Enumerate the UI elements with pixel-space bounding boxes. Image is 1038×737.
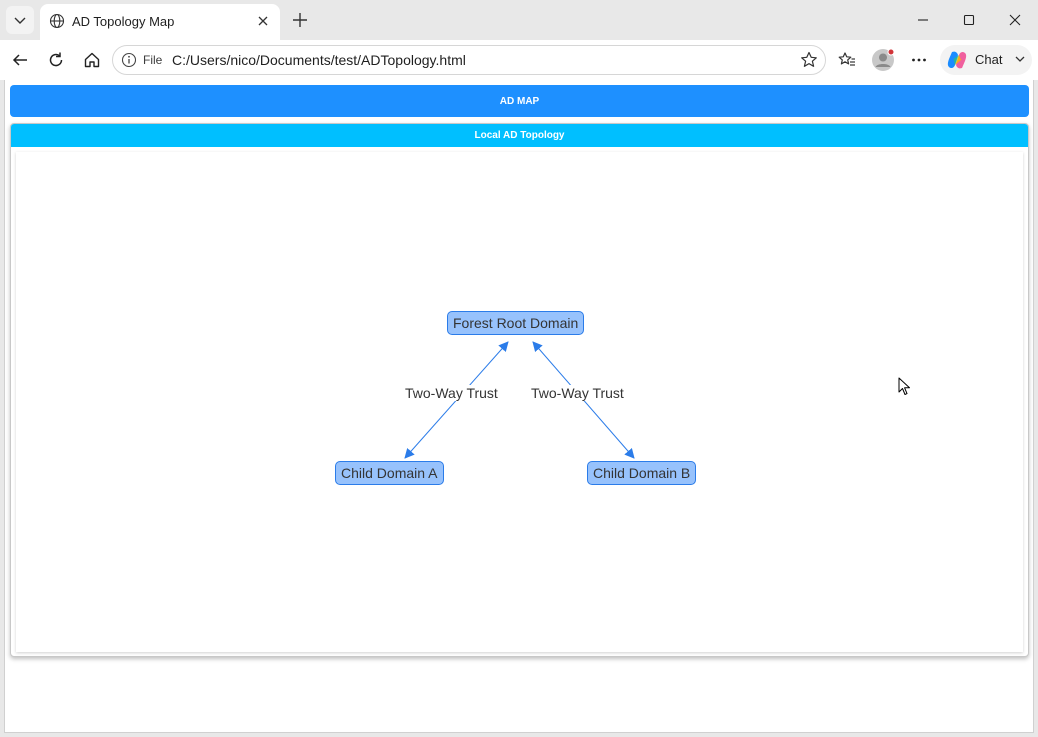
home-icon bbox=[83, 51, 101, 69]
minimize-button[interactable] bbox=[900, 0, 946, 40]
favorites-button[interactable] bbox=[833, 46, 861, 74]
scheme-label: File bbox=[143, 53, 163, 67]
tab-active[interactable]: AD Topology Map bbox=[40, 4, 280, 40]
chat-label: Chat bbox=[975, 52, 1003, 67]
page-header: AD MAP bbox=[10, 85, 1029, 117]
back-button[interactable] bbox=[6, 46, 34, 74]
more-dots-icon bbox=[910, 51, 928, 69]
node-child-domain-b[interactable]: Child Domain B bbox=[587, 461, 697, 485]
globe-icon bbox=[49, 13, 65, 29]
topology-panel: Local AD Topology Two-Way Trust Two-Way … bbox=[10, 123, 1029, 657]
back-arrow-icon bbox=[11, 51, 29, 69]
favorite-star-icon[interactable] bbox=[799, 50, 819, 70]
maximize-button[interactable] bbox=[946, 0, 992, 40]
reload-icon bbox=[47, 51, 65, 69]
panel-title-bar: Local AD Topology bbox=[11, 124, 1028, 147]
panel-title: Local AD Topology bbox=[474, 130, 565, 141]
avatar bbox=[871, 48, 895, 72]
url-text[interactable]: C:/Users/nico/Documents/test/ADTopology.… bbox=[172, 52, 466, 68]
mouse-cursor bbox=[898, 377, 912, 397]
page-viewport: AD MAP Local AD Topology Two-Way Trust T… bbox=[4, 80, 1034, 733]
reload-button[interactable] bbox=[42, 46, 70, 74]
network-graph[interactable]: Two-Way Trust Two-Way Trust Forest Root … bbox=[16, 152, 1023, 652]
browser-toolbar: File C:/Users/nico/Documents/test/ADTopo… bbox=[0, 40, 1038, 80]
close-tab-icon[interactable] bbox=[254, 12, 272, 30]
plus-icon bbox=[292, 12, 308, 28]
tab-title: AD Topology Map bbox=[72, 14, 175, 29]
close-icon bbox=[1009, 14, 1021, 26]
chevron-down-icon bbox=[13, 13, 27, 27]
node-child-domain-a[interactable]: Child Domain A bbox=[335, 461, 444, 485]
page-title: AD MAP bbox=[499, 95, 540, 107]
browser-window: AD Topology Map File C:/Users/nico/Docum… bbox=[0, 0, 1038, 737]
chevron-down-icon bbox=[1014, 53, 1026, 65]
profile-button[interactable] bbox=[869, 46, 897, 74]
graph-edges-layer bbox=[404, 341, 635, 459]
copilot-icon bbox=[946, 50, 968, 70]
copilot-chat-button[interactable]: Chat bbox=[940, 45, 1032, 75]
new-tab-button[interactable] bbox=[288, 8, 312, 32]
info-icon[interactable] bbox=[121, 52, 137, 68]
edge-label-root-b: Two-Way Trust bbox=[531, 385, 624, 401]
favorites-icon bbox=[837, 50, 857, 70]
maximize-icon bbox=[963, 14, 975, 26]
tab-list-button[interactable] bbox=[6, 6, 34, 34]
tab-strip: AD Topology Map bbox=[0, 0, 1038, 40]
close-window-button[interactable] bbox=[992, 0, 1038, 40]
address-bar[interactable]: File C:/Users/nico/Documents/test/ADTopo… bbox=[112, 45, 826, 75]
home-button[interactable] bbox=[78, 46, 106, 74]
edge-label-a-root: Two-Way Trust bbox=[405, 385, 498, 401]
more-options-button[interactable] bbox=[905, 46, 933, 74]
minimize-icon bbox=[917, 14, 929, 26]
node-forest-root-domain[interactable]: Forest Root Domain bbox=[447, 311, 585, 335]
